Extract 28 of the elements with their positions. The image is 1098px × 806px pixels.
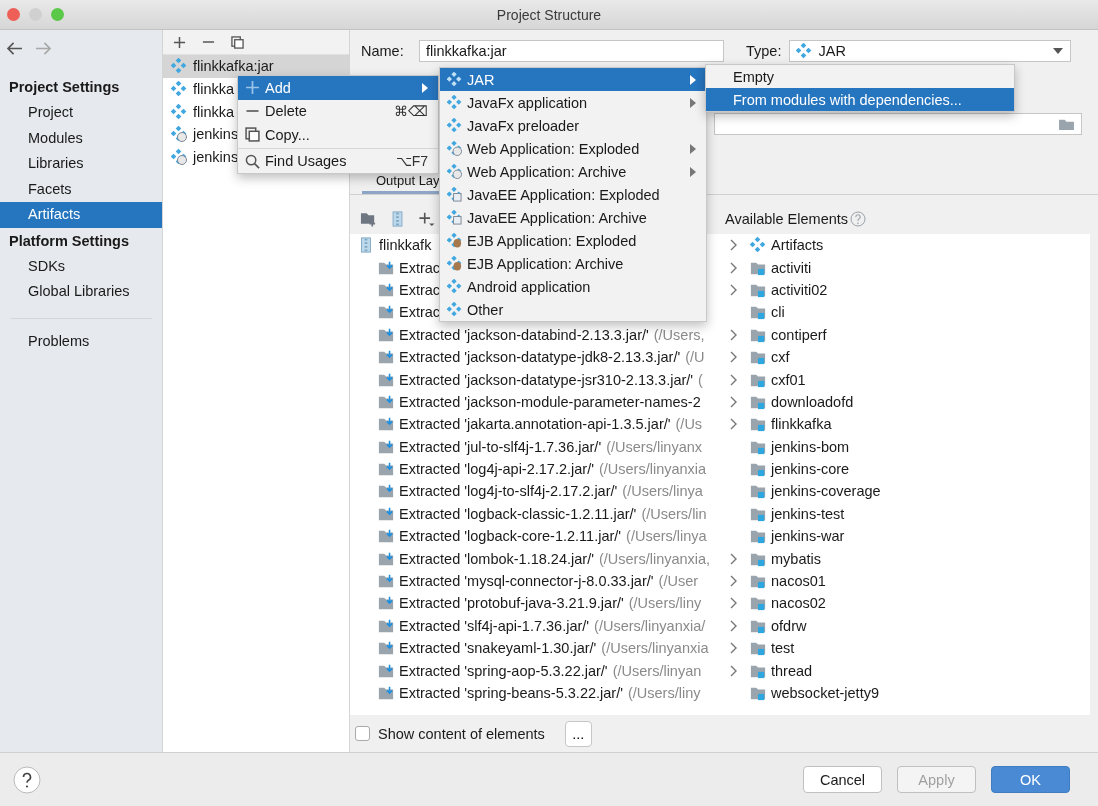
file-path: (/Us [675, 416, 703, 433]
artifact-name: flinkka [193, 81, 235, 98]
panel-heading: Available Elements [725, 211, 849, 227]
name-label: Name: [361, 43, 405, 59]
artifact-name: flinkka [193, 103, 235, 120]
artifact-name: jenkins [193, 126, 239, 143]
file-path: (/Users/linyanx [606, 438, 703, 455]
file-path: (/Users/linyanxia/ [594, 617, 706, 634]
file-path: (/Users/liny [627, 685, 701, 701]
checkbox-label: Show content of elements [378, 725, 545, 742]
file-path: ( [698, 371, 703, 388]
file-path: (/Users/linyanxia, [598, 550, 711, 567]
artifact-name: flinkkafka:jar [193, 58, 274, 75]
file-path: (/Users/linya [622, 483, 703, 500]
file-path: (/Users/liny [628, 595, 702, 612]
section-heading: Project Settings [8, 78, 121, 97]
section-heading: Platform Settings [8, 231, 131, 251]
file-path: (/Users, [653, 326, 705, 343]
file-path: (/U [685, 349, 705, 366]
file-path: (/User [658, 573, 699, 590]
artifact-name: jenkins [193, 149, 239, 166]
type-label: Type: [746, 43, 782, 59]
file-path: (/Users/linyan [612, 662, 702, 679]
file-path: (/Users/linya [626, 528, 707, 545]
window-title: Project Structure [496, 6, 602, 23]
file-path: (/Users/linyanxia [601, 640, 709, 657]
file-path: (/Users/linyanxia [598, 461, 707, 478]
file-path: (/Users/lin [641, 505, 707, 522]
